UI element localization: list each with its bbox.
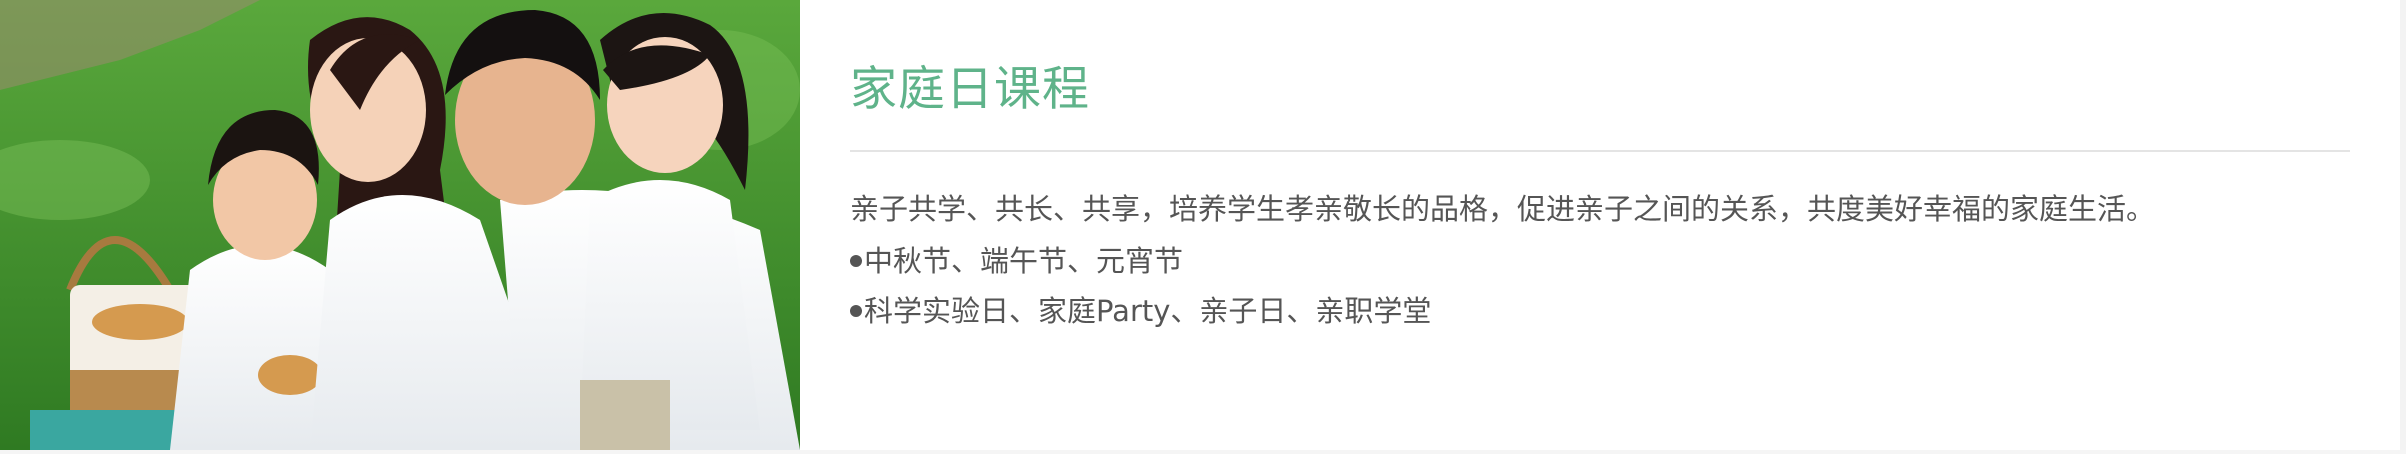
family-picnic-photo xyxy=(0,0,800,450)
family-photo-illustration xyxy=(0,0,800,450)
course-description: 亲子共学、共长、共享，培养学生孝亲敬长的品格，促进亲子之间的关系，共度美好幸福的… xyxy=(850,192,2156,226)
course-activity-list: 中秋节、端午节、元宵节 科学实验日、家庭Party、亲子日、亲职学堂 xyxy=(850,236,2350,336)
course-title: 家庭日课程 xyxy=(850,62,1090,117)
list-item: 科学实验日、家庭Party、亲子日、亲职学堂 xyxy=(850,286,2350,336)
bullet-dot-icon xyxy=(850,305,862,317)
course-content: 家庭日课程 亲子共学、共长、共享，培养学生孝亲敬长的品格，促进亲子之间的关系，共… xyxy=(850,0,2350,450)
page: 家庭日课程 亲子共学、共长、共享，培养学生孝亲敬长的品格，促进亲子之间的关系，共… xyxy=(0,0,2406,454)
list-item: 中秋节、端午节、元宵节 xyxy=(850,236,2350,286)
bottom-edge-strip xyxy=(0,450,2406,454)
bullet-dot-icon xyxy=(850,255,862,267)
list-item-label: 科学实验日、家庭Party、亲子日、亲职学堂 xyxy=(864,294,1432,328)
title-divider xyxy=(850,150,2350,152)
list-item-label: 中秋节、端午节、元宵节 xyxy=(864,244,1184,278)
right-edge-strip xyxy=(2400,0,2406,454)
family-day-course-card: 家庭日课程 亲子共学、共长、共享，培养学生孝亲敬长的品格，促进亲子之间的关系，共… xyxy=(0,0,2401,450)
